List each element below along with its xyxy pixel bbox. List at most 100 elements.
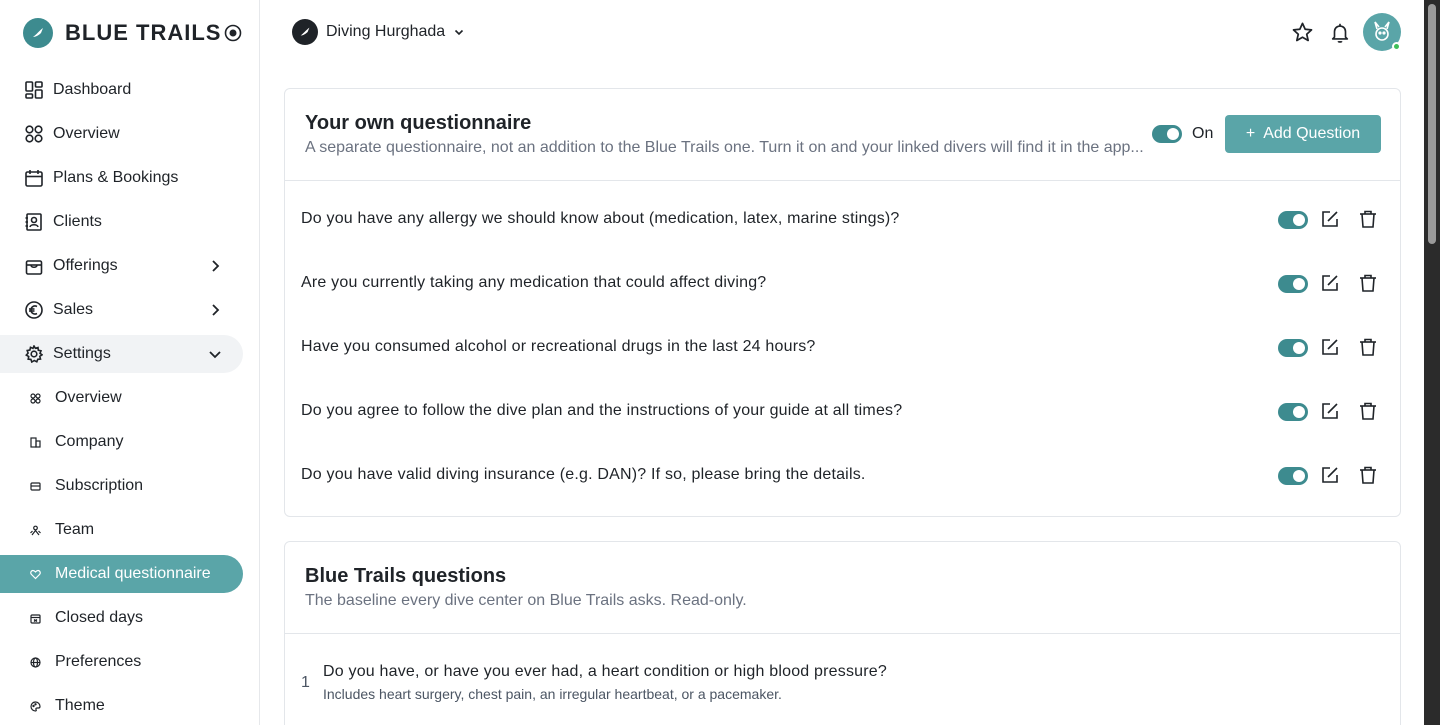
trash-icon[interactable] xyxy=(1358,209,1378,229)
trash-icon[interactable] xyxy=(1358,337,1378,357)
blue-trails-subtitle: The baseline every dive center on Blue T… xyxy=(305,592,747,609)
settings-item-preferences[interactable]: Preferences xyxy=(0,643,243,681)
settings-item-label: Theme xyxy=(55,697,105,714)
sidebar-item-settings[interactable]: Settings xyxy=(0,335,243,373)
chevron-down-icon xyxy=(209,351,221,359)
question-enabled-toggle[interactable] xyxy=(1278,339,1308,357)
sidebar-item-plans-bookings[interactable]: Plans & Bookings xyxy=(0,159,243,197)
question-row: Are you currently taking any medication … xyxy=(285,252,1400,316)
sidebar-item-clients[interactable]: Clients xyxy=(0,203,243,241)
settings-item-label: Medical questionnaire xyxy=(55,565,211,582)
trash-icon[interactable] xyxy=(1358,401,1378,421)
question-enabled-toggle[interactable] xyxy=(1278,467,1308,485)
settings-item-team[interactable]: Team xyxy=(0,511,243,549)
edit-icon[interactable] xyxy=(1320,465,1340,485)
bag-icon xyxy=(24,256,44,276)
dive-center-selector[interactable]: Diving Hurghada xyxy=(292,19,465,45)
heart-icon xyxy=(29,568,41,580)
divider xyxy=(285,633,1400,634)
dive-center-name: Diving Hurghada xyxy=(326,23,446,40)
question-row: Do you have valid diving insurance (e.g.… xyxy=(285,444,1400,508)
gear-icon xyxy=(24,344,44,364)
question-text: Have you consumed alcohol or recreationa… xyxy=(301,338,816,355)
settings-item-label: Subscription xyxy=(55,477,144,494)
question-hint: Includes heart surgery, chest pain, an i… xyxy=(323,686,782,702)
calendar-icon xyxy=(24,168,44,188)
settings-item-company[interactable]: Company xyxy=(0,423,243,461)
sidebar-item-label: Dashboard xyxy=(53,81,132,98)
team-icon xyxy=(29,524,41,536)
settings-item-overview[interactable]: Overview xyxy=(0,379,243,417)
euro-icon xyxy=(24,300,44,320)
edit-icon[interactable] xyxy=(1320,209,1340,229)
question-enabled-toggle[interactable] xyxy=(1278,275,1308,293)
grid-icon xyxy=(29,392,41,404)
own-questionnaire-title: Your own questionnaire xyxy=(305,112,532,134)
edit-icon[interactable] xyxy=(1320,401,1340,421)
question-row: Do you have any allergy we should know a… xyxy=(285,188,1400,252)
sidebar-item-label: Offerings xyxy=(53,257,118,274)
add-question-label: Add Question xyxy=(1263,125,1361,142)
own-questionnaire-card: Your own questionnaire A separate questi… xyxy=(284,88,1401,517)
blue-trails-questions-card: Blue Trails questions The baseline every… xyxy=(284,541,1401,725)
globe-icon xyxy=(29,656,41,668)
question-row: Have you consumed alcohol or recreationa… xyxy=(285,316,1400,380)
question-text: Do you have any allergy we should know a… xyxy=(301,210,900,227)
sidebar-item-label: Sales xyxy=(53,301,94,318)
question-text: Are you currently taking any medication … xyxy=(301,274,767,291)
blue-trails-title: Blue Trails questions xyxy=(305,565,507,587)
online-status-indicator xyxy=(1392,42,1401,51)
questionnaire-enabled-toggle[interactable] xyxy=(1152,125,1182,143)
question-text: Do you have, or have you ever had, a hea… xyxy=(323,663,887,680)
sidebar-item-offerings[interactable]: Offerings xyxy=(0,247,243,285)
scrollbar-thumb[interactable] xyxy=(1428,4,1436,244)
contacts-icon xyxy=(24,212,44,232)
brand[interactable]: BLUE TRAILS xyxy=(23,17,221,49)
chevron-right-icon xyxy=(212,304,220,316)
building-icon xyxy=(29,436,41,448)
dashboard-icon xyxy=(24,80,44,100)
trash-icon[interactable] xyxy=(1358,273,1378,293)
calendar-icon xyxy=(29,612,41,624)
question-enabled-toggle[interactable] xyxy=(1278,211,1308,229)
toggle-state-label: On xyxy=(1192,125,1214,142)
settings-item-subscription[interactable]: Subscription xyxy=(0,467,243,505)
own-questionnaire-subtitle: A separate questionnaire, not an additio… xyxy=(305,139,1144,156)
settings-item-label: Company xyxy=(55,433,124,450)
plus-icon: + xyxy=(1245,125,1256,142)
dive-center-logo-icon xyxy=(292,19,318,45)
edit-icon[interactable] xyxy=(1320,273,1340,293)
question-text: Do you agree to follow the dive plan and… xyxy=(301,402,903,419)
chevron-right-icon xyxy=(212,260,220,272)
question-text: Do you have valid diving insurance (e.g.… xyxy=(301,466,866,483)
grid-icon xyxy=(24,124,44,144)
add-question-button[interactable]: + Add Question xyxy=(1225,115,1381,153)
sidebar: BLUE TRAILS Dashboard Overview Plans & B… xyxy=(0,0,260,725)
settings-item-label: Preferences xyxy=(55,653,142,670)
sidebar-item-sales[interactable]: Sales xyxy=(0,291,243,329)
question-enabled-toggle[interactable] xyxy=(1278,403,1308,421)
sidebar-item-dashboard[interactable]: Dashboard xyxy=(0,71,243,109)
divider xyxy=(285,180,1400,181)
notifications-bell-icon[interactable] xyxy=(1328,20,1352,44)
card-icon xyxy=(29,480,41,492)
brand-logo-icon xyxy=(23,18,53,48)
sidebar-item-label: Settings xyxy=(53,345,111,362)
settings-item-label: Overview xyxy=(55,389,122,406)
question-number: 1 xyxy=(301,674,310,691)
collapse-sidebar-icon[interactable] xyxy=(222,22,244,44)
favorites-star-icon[interactable] xyxy=(1290,20,1314,44)
sidebar-item-overview[interactable]: Overview xyxy=(0,115,243,153)
settings-item-closed-days[interactable]: Closed days xyxy=(0,599,243,637)
trash-icon[interactable] xyxy=(1358,465,1378,485)
edit-icon[interactable] xyxy=(1320,337,1340,357)
palette-icon xyxy=(29,700,41,712)
settings-item-medical-questionnaire[interactable]: Medical questionnaire xyxy=(0,555,243,593)
avatar[interactable] xyxy=(1363,13,1401,51)
sidebar-item-label: Plans & Bookings xyxy=(53,169,179,186)
scrollbar[interactable] xyxy=(1424,0,1440,725)
settings-item-theme[interactable]: Theme xyxy=(0,687,243,725)
settings-item-label: Closed days xyxy=(55,609,144,626)
sidebar-item-label: Clients xyxy=(53,213,102,230)
question-row: Do you agree to follow the dive plan and… xyxy=(285,380,1400,444)
